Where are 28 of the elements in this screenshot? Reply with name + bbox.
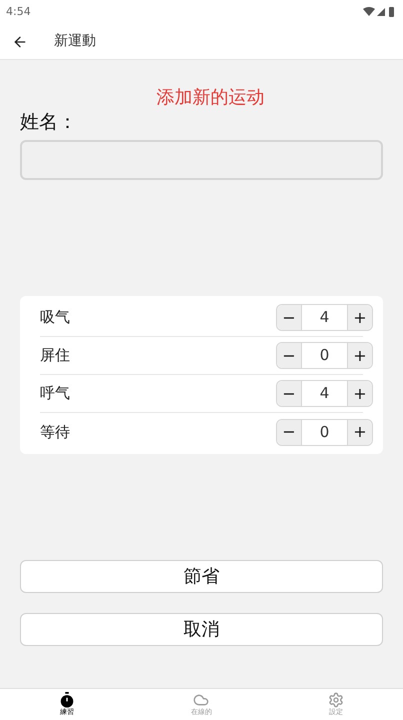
status-icons bbox=[363, 6, 397, 18]
increment-button[interactable]: + bbox=[347, 305, 372, 330]
phase-label: 屏住 bbox=[40, 345, 70, 366]
settings-icon bbox=[328, 692, 344, 708]
increment-button[interactable]: + bbox=[347, 343, 372, 368]
decrement-button[interactable]: − bbox=[277, 343, 302, 368]
action-button[interactable]: 取消 bbox=[20, 613, 383, 646]
stepper-value: 0 bbox=[318, 422, 330, 443]
stepper-value: 4 bbox=[318, 307, 330, 328]
name-label: 姓名： bbox=[20, 110, 78, 134]
phase-label: 等待 bbox=[40, 422, 70, 443]
decrement-button[interactable]: − bbox=[277, 420, 302, 444]
name-field[interactable] bbox=[20, 140, 383, 180]
increment-button[interactable]: + bbox=[347, 381, 372, 406]
decrement-button[interactable]: − bbox=[277, 381, 302, 406]
decrement-button[interactable]: − bbox=[277, 305, 302, 330]
back-icon bbox=[12, 34, 28, 50]
timer-icon bbox=[59, 692, 76, 708]
form-heading: 添加新的运动 bbox=[156, 86, 264, 110]
action-button[interactable]: 節省 bbox=[20, 560, 383, 593]
phase-label: 呼气 bbox=[40, 383, 70, 404]
increment-button[interactable]: + bbox=[347, 420, 372, 444]
status-time: 4:54 bbox=[6, 4, 31, 20]
stepper-value: 0 bbox=[318, 345, 330, 366]
screen-title: 新運動 bbox=[54, 32, 96, 51]
stepper-value: 4 bbox=[318, 383, 330, 404]
phase-label: 吸气 bbox=[40, 307, 70, 328]
cloud-icon bbox=[193, 692, 210, 708]
